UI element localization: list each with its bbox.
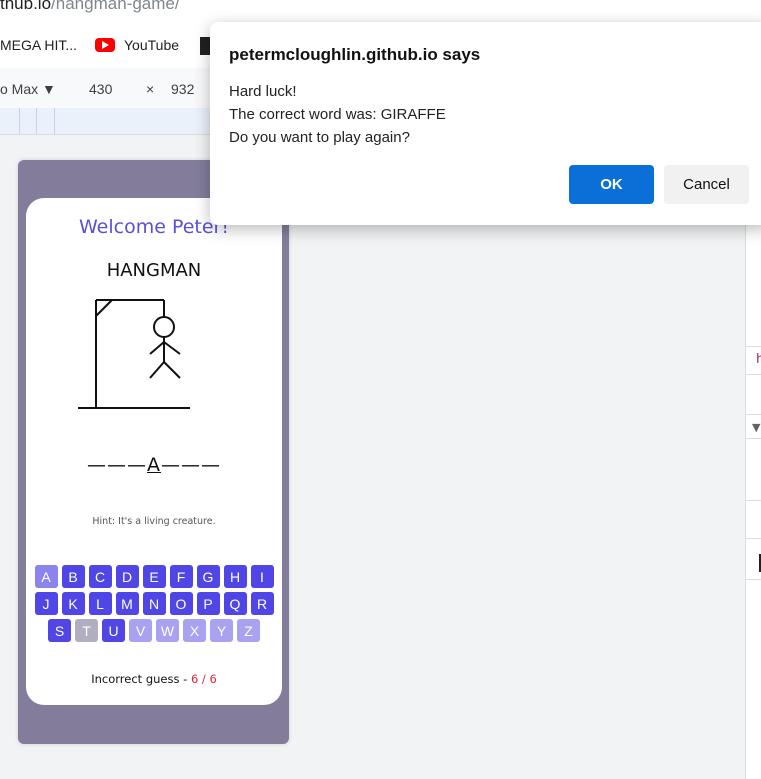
letter-key-n[interactable]: N bbox=[142, 592, 166, 615]
letter-key-w[interactable]: W bbox=[156, 619, 179, 642]
letter-key-g[interactable]: G bbox=[196, 565, 220, 588]
hangman-left-arm bbox=[149, 341, 165, 355]
hangman-drawing bbox=[78, 299, 190, 409]
caret-down-icon: ▼ bbox=[42, 81, 56, 97]
word-revealed-letter: A bbox=[147, 454, 161, 476]
device-select[interactable]: o Max ▼ bbox=[0, 81, 56, 97]
letter-key-z[interactable]: Z bbox=[237, 619, 260, 642]
word-blank-right: ——— bbox=[161, 454, 221, 476]
hangman-left-leg bbox=[149, 361, 165, 379]
letter-key-x[interactable]: X bbox=[183, 619, 206, 642]
incorrect-label: Incorrect guess - bbox=[91, 672, 191, 686]
alert-dialog: petermcloughlin.github.io says Hard luck… bbox=[210, 22, 761, 225]
device-name: o Max bbox=[0, 81, 39, 97]
bookmark-mega-hit[interactable]: MEGA HIT... bbox=[0, 37, 77, 53]
expand-triangle-icon[interactable]: ▼ bbox=[752, 421, 760, 434]
incorrect-count: 6 / 6 bbox=[190, 672, 217, 686]
times-icon: × bbox=[146, 81, 155, 97]
letter-key-m[interactable]: M bbox=[115, 592, 139, 615]
word-blank-left: ——— bbox=[87, 454, 147, 476]
letter-key-h[interactable]: H bbox=[223, 565, 247, 588]
youtube-icon bbox=[95, 38, 115, 52]
ok-button[interactable]: OK bbox=[569, 165, 654, 204]
incorrect-guesses: Incorrect guess - 6 / 6 bbox=[26, 672, 282, 686]
hint-text: Hint: It's a living creature. bbox=[92, 516, 216, 527]
game-card: Welcome Peter! HANGMAN ———A——— Hint: It'… bbox=[26, 198, 282, 705]
letter-key-t[interactable]: T bbox=[75, 619, 98, 642]
device-width-input[interactable]: 430 bbox=[89, 81, 112, 97]
hangman-right-arm bbox=[163, 341, 181, 355]
letter-key-y[interactable]: Y bbox=[210, 619, 233, 642]
dialog-line-2: The correct word was: GIRAFFE bbox=[229, 106, 446, 123]
letter-key-p[interactable]: P bbox=[196, 592, 220, 615]
url-text[interactable]: thub.io/hangman-game/ bbox=[0, 0, 180, 14]
letter-key-c[interactable]: C bbox=[88, 565, 112, 588]
dialog-title: petermcloughlin.github.io says bbox=[229, 45, 481, 64]
word-display: ———A——— bbox=[26, 454, 282, 476]
gallows-brace bbox=[95, 299, 113, 317]
letter-key-r[interactable]: R bbox=[250, 592, 274, 615]
letter-key-a[interactable]: A bbox=[34, 565, 58, 588]
game-title: HANGMAN bbox=[106, 260, 202, 281]
devtools-panel: h ▼ bbox=[745, 224, 761, 779]
dialog-line-3: Do you want to play again? bbox=[229, 129, 410, 146]
letter-key-i[interactable]: I bbox=[250, 565, 274, 588]
dialog-line-1: Hard luck! bbox=[229, 83, 297, 100]
letter-key-u[interactable]: U bbox=[102, 619, 125, 642]
url-host: thub.io bbox=[0, 0, 52, 13]
hangman-right-leg bbox=[163, 361, 181, 379]
keyboard-row: JKLMNOPQR bbox=[26, 592, 282, 615]
letter-keyboard: ABCDEFGHI JKLMNOPQR STUVWXYZ bbox=[26, 565, 282, 646]
bookmark-youtube[interactable]: YouTube bbox=[124, 37, 179, 53]
devtools-snippet: h bbox=[756, 352, 761, 367]
hangman-head bbox=[153, 316, 175, 338]
letter-key-d[interactable]: D bbox=[115, 565, 139, 588]
letter-key-f[interactable]: F bbox=[169, 565, 193, 588]
letter-key-j[interactable]: J bbox=[34, 592, 58, 615]
cancel-button[interactable]: Cancel bbox=[664, 165, 749, 204]
keyboard-row: STUVWXYZ bbox=[26, 619, 282, 642]
letter-key-q[interactable]: Q bbox=[223, 592, 247, 615]
keyboard-row: ABCDEFGHI bbox=[26, 565, 282, 588]
letter-key-o[interactable]: O bbox=[169, 592, 193, 615]
letter-key-b[interactable]: B bbox=[61, 565, 85, 588]
letter-key-s[interactable]: S bbox=[48, 619, 71, 642]
url-path: /hangman-game/ bbox=[51, 0, 180, 13]
letter-key-v[interactable]: V bbox=[129, 619, 152, 642]
letter-key-e[interactable]: E bbox=[142, 565, 166, 588]
device-height-input[interactable]: 932 bbox=[171, 81, 194, 97]
letter-key-k[interactable]: K bbox=[61, 592, 85, 615]
letter-key-l[interactable]: L bbox=[88, 592, 112, 615]
dialog-message: Hard luck! The correct word was: GIRAFFE… bbox=[229, 80, 446, 149]
phone-frame: Welcome Peter! HANGMAN ———A——— Hint: It'… bbox=[18, 160, 289, 744]
